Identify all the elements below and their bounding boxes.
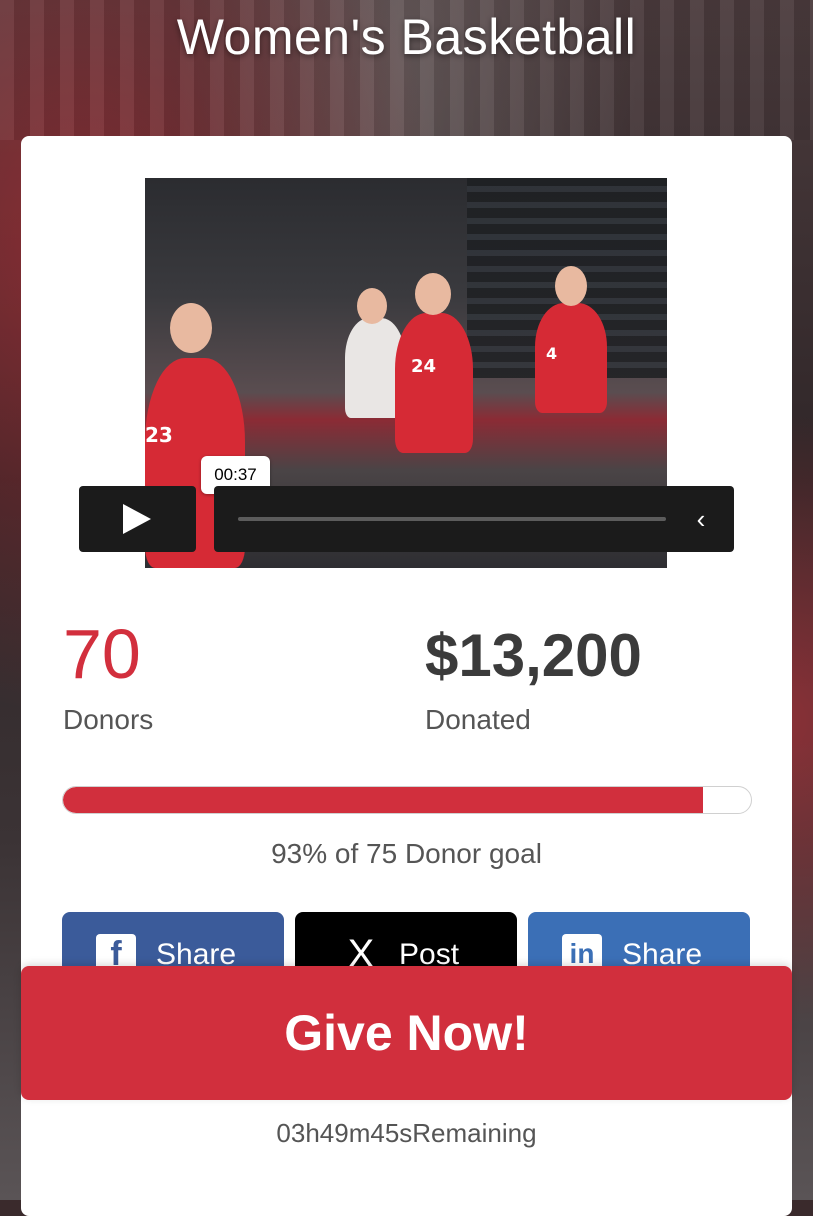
progress-fill [63,787,703,813]
jersey-number: 4 [546,344,558,363]
video-scrubber[interactable] [238,517,666,521]
donors-count: 70 [63,615,141,693]
video-figure-head [555,266,587,306]
video-figure-head [357,288,387,324]
video-figure-head [415,273,451,315]
chevron-left-icon[interactable]: ‹ [686,504,716,534]
jersey-number: 23 [145,423,173,447]
page-title: Women's Basketball [176,9,637,65]
video-figure-head [170,303,212,353]
donated-amount: $13,200 [425,622,642,689]
countdown-timer: 03h49m45sRemaining [276,1118,537,1148]
video-figure [395,313,473,453]
goal-text: 93% of 75 Donor goal [271,838,542,869]
play-icon [123,504,151,534]
donated-label: Donated [425,704,531,735]
play-button[interactable] [79,486,196,552]
donor-goal-progress-bar [62,786,752,814]
give-now-button[interactable]: Give Now! [21,966,792,1100]
video-controls-bar: ‹ [214,486,734,552]
jersey-number: 24 [411,356,437,377]
donors-label: Donors [63,704,154,735]
